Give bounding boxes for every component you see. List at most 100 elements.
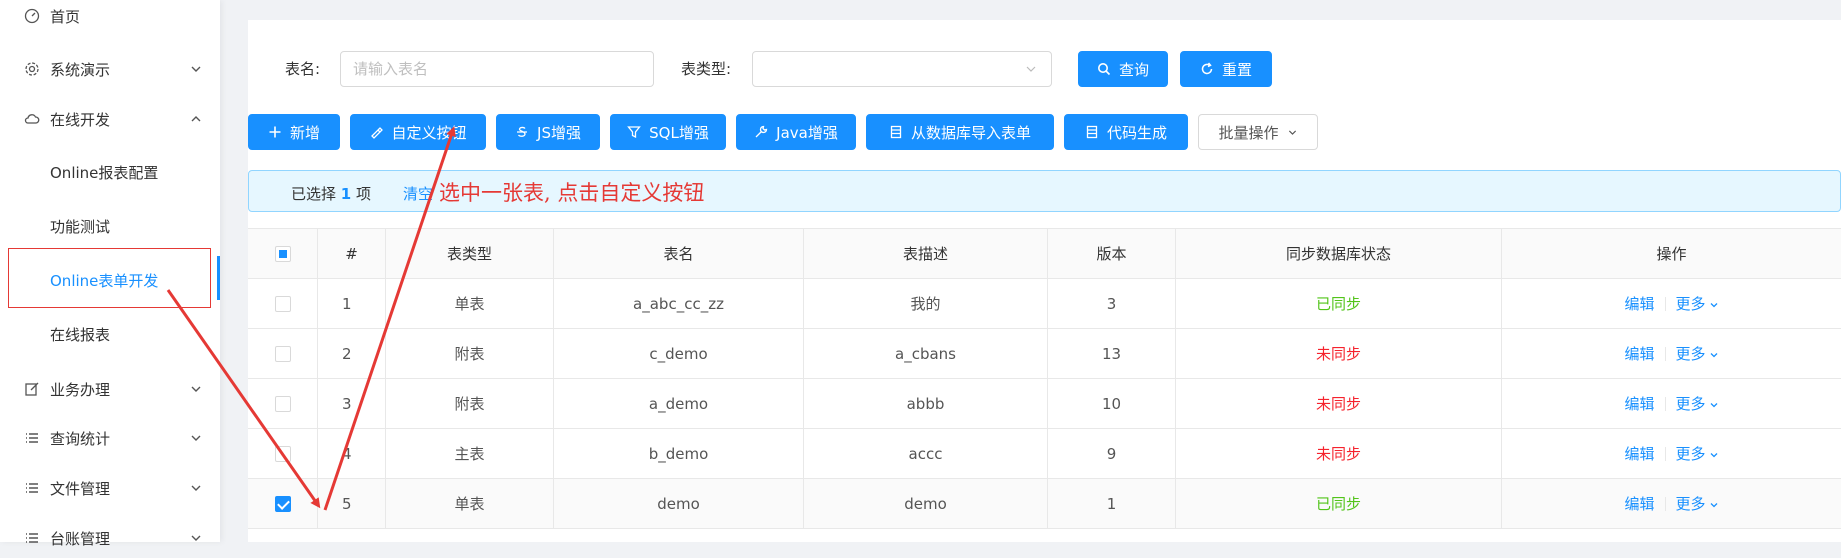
sidebar-item-file-mgmt[interactable]: 文件管理 xyxy=(0,468,220,508)
dashboard-icon xyxy=(24,8,40,24)
selection-prefix: 已选择 xyxy=(291,185,341,203)
more-dropdown[interactable]: 更多 xyxy=(1676,443,1719,464)
table-header-row: # 表类型 表名 表描述 版本 同步数据库状态 操作 xyxy=(248,229,1841,279)
action-divider xyxy=(1664,446,1666,461)
table-name-label: 表名: xyxy=(285,60,321,78)
table-cell-status: 未同步 xyxy=(1176,379,1502,428)
table-row[interactable]: 4 主表 b_demo accc 9 未同步 编辑 更多 xyxy=(248,429,1841,479)
sidebar-item-label: 台账管理 xyxy=(50,529,111,548)
table-name-input[interactable] xyxy=(341,52,653,86)
list-icon xyxy=(26,483,38,493)
table-type-label: 表类型: xyxy=(681,60,732,78)
edit-link[interactable]: 编辑 xyxy=(1624,293,1654,314)
list-icon xyxy=(26,433,38,443)
row-actions-cell: 编辑 更多 xyxy=(1502,329,1841,378)
strikethrough-icon xyxy=(517,126,528,137)
sidebar-item-query-stats[interactable]: 查询统计 xyxy=(0,418,220,458)
row-checkbox[interactable] xyxy=(274,495,291,512)
row-actions-cell: 编辑 更多 xyxy=(1502,479,1841,528)
table-cell-status: 已同步 xyxy=(1176,279,1502,328)
table-cell-status: 未同步 xyxy=(1176,429,1502,478)
java-enhance-button[interactable]: Java增强 xyxy=(736,114,856,150)
more-dropdown[interactable]: 更多 xyxy=(1676,393,1719,414)
table-cell-version: 9 xyxy=(1048,429,1176,478)
sidebar-item-system-demo[interactable]: 系统演示 xyxy=(0,49,220,89)
chevron-down-icon xyxy=(1710,452,1717,457)
sql-enhance-label: SQL增强 xyxy=(649,123,709,142)
chevron-down-icon xyxy=(1710,402,1717,407)
sidebar-item-label: 在线开发 xyxy=(50,110,111,129)
form-table: # 表类型 表名 表描述 版本 同步数据库状态 操作 1 单表 a_abc_cc_z… xyxy=(248,228,1841,543)
row-checkbox[interactable] xyxy=(274,395,291,412)
more-dropdown[interactable]: 更多 xyxy=(1676,293,1719,314)
table-cell-version: 10 xyxy=(1048,379,1176,428)
active-indicator xyxy=(217,256,220,300)
table-cell-no: 2 xyxy=(318,329,386,378)
sidebar-item-online-report-config[interactable]: Online报表配置 xyxy=(0,152,220,192)
filter-icon xyxy=(627,126,642,139)
row-select-cell xyxy=(248,429,318,478)
more-dropdown[interactable]: 更多 xyxy=(1676,493,1719,514)
row-actions-cell: 编辑 更多 xyxy=(1502,429,1841,478)
selection-count: 1 xyxy=(340,185,352,203)
column-header: 表描述 xyxy=(804,229,1048,278)
chevron-down-icon xyxy=(1710,502,1717,507)
code-generate-button[interactable]: 代码生成 xyxy=(1064,114,1188,150)
import-from-db-button[interactable]: 从数据库导入表单 xyxy=(866,114,1054,150)
table-name-field[interactable] xyxy=(340,51,654,87)
more-label: 更多 xyxy=(1675,395,1706,413)
table-row[interactable]: 1 单表 a_abc_cc_zz 我的 3 已同步 编辑 更多 xyxy=(248,279,1841,329)
table-type-select[interactable] xyxy=(752,51,1052,87)
add-label: 新增 xyxy=(289,123,320,142)
select-all-cell xyxy=(248,229,318,278)
column-header: 同步数据库状态 xyxy=(1176,229,1502,278)
chevron-up-icon xyxy=(191,116,201,122)
query-button[interactable]: 查询 xyxy=(1078,51,1168,87)
edit-link[interactable]: 编辑 xyxy=(1624,393,1654,414)
table-cell-no: 3 xyxy=(318,379,386,428)
sidebar-item-online-dev[interactable]: 在线开发 xyxy=(0,99,220,139)
table-cell-type: 附表 xyxy=(386,379,554,428)
row-checkbox[interactable] xyxy=(274,345,291,362)
table-row[interactable]: 5 单表 demo demo 1 已同步 编辑 更多 xyxy=(248,479,1841,529)
table-cell-no: 4 xyxy=(318,429,386,478)
select-all-checkbox[interactable] xyxy=(274,245,291,262)
java-enhance-label: Java增强 xyxy=(776,123,838,142)
more-dropdown[interactable]: 更多 xyxy=(1676,343,1719,364)
sidebar-item-business[interactable]: 业务办理 xyxy=(0,369,220,409)
row-checkbox[interactable] xyxy=(274,295,291,312)
sidebar-item-label: 系统演示 xyxy=(50,60,111,79)
sidebar-item-label: 业务办理 xyxy=(50,380,111,399)
sidebar-item-online-report[interactable]: 在线报表 xyxy=(0,314,220,354)
action-divider xyxy=(1664,346,1666,361)
row-select-cell xyxy=(248,379,318,428)
table-cell-version: 3 xyxy=(1048,279,1176,328)
custom-button-label: 自定义按钮 xyxy=(391,123,467,142)
edit-link[interactable]: 编辑 xyxy=(1624,443,1654,464)
sidebar-item-home[interactable]: 首页 xyxy=(0,0,220,36)
reset-button[interactable]: 重置 xyxy=(1180,51,1272,87)
code-generate-label: 代码生成 xyxy=(1106,123,1167,142)
add-button[interactable]: 新增 xyxy=(248,114,340,150)
table-cell-desc: demo xyxy=(804,479,1048,528)
table-cell-status: 已同步 xyxy=(1176,479,1502,528)
table-row[interactable]: 2 附表 c_demo a_cbans 13 未同步 编辑 更多 xyxy=(248,329,1841,379)
sidebar-item-label: 首页 xyxy=(50,7,81,26)
annotation-highlight-box xyxy=(8,248,211,308)
sql-enhance-button[interactable]: SQL增强 xyxy=(610,114,726,150)
row-actions-cell: 编辑 更多 xyxy=(1502,279,1841,328)
edit-link[interactable]: 编辑 xyxy=(1624,493,1654,514)
js-enhance-button[interactable]: JS增强 xyxy=(496,114,600,150)
clear-selection-link[interactable]: 清空 xyxy=(403,183,433,204)
sidebar: 首页 系统演示 在线开发 Online报表配置 功能测试 Online表单开发 … xyxy=(0,0,220,548)
custom-button-button[interactable]: 自定义按钮 xyxy=(350,114,486,150)
sidebar-item-function-test[interactable]: 功能测试 xyxy=(0,206,220,246)
query-label: 查询 xyxy=(1118,60,1149,79)
batch-operations-dropdown[interactable]: 批量操作 xyxy=(1198,114,1318,150)
sidebar-item-ledger[interactable]: 台账管理 xyxy=(0,518,220,558)
chevron-down-icon xyxy=(191,386,201,392)
row-checkbox[interactable] xyxy=(274,445,291,462)
edit-link[interactable]: 编辑 xyxy=(1624,343,1654,364)
table-row[interactable]: 3 附表 a_demo abbb 10 未同步 编辑 更多 xyxy=(248,379,1841,429)
column-header: 表类型 xyxy=(386,229,554,278)
